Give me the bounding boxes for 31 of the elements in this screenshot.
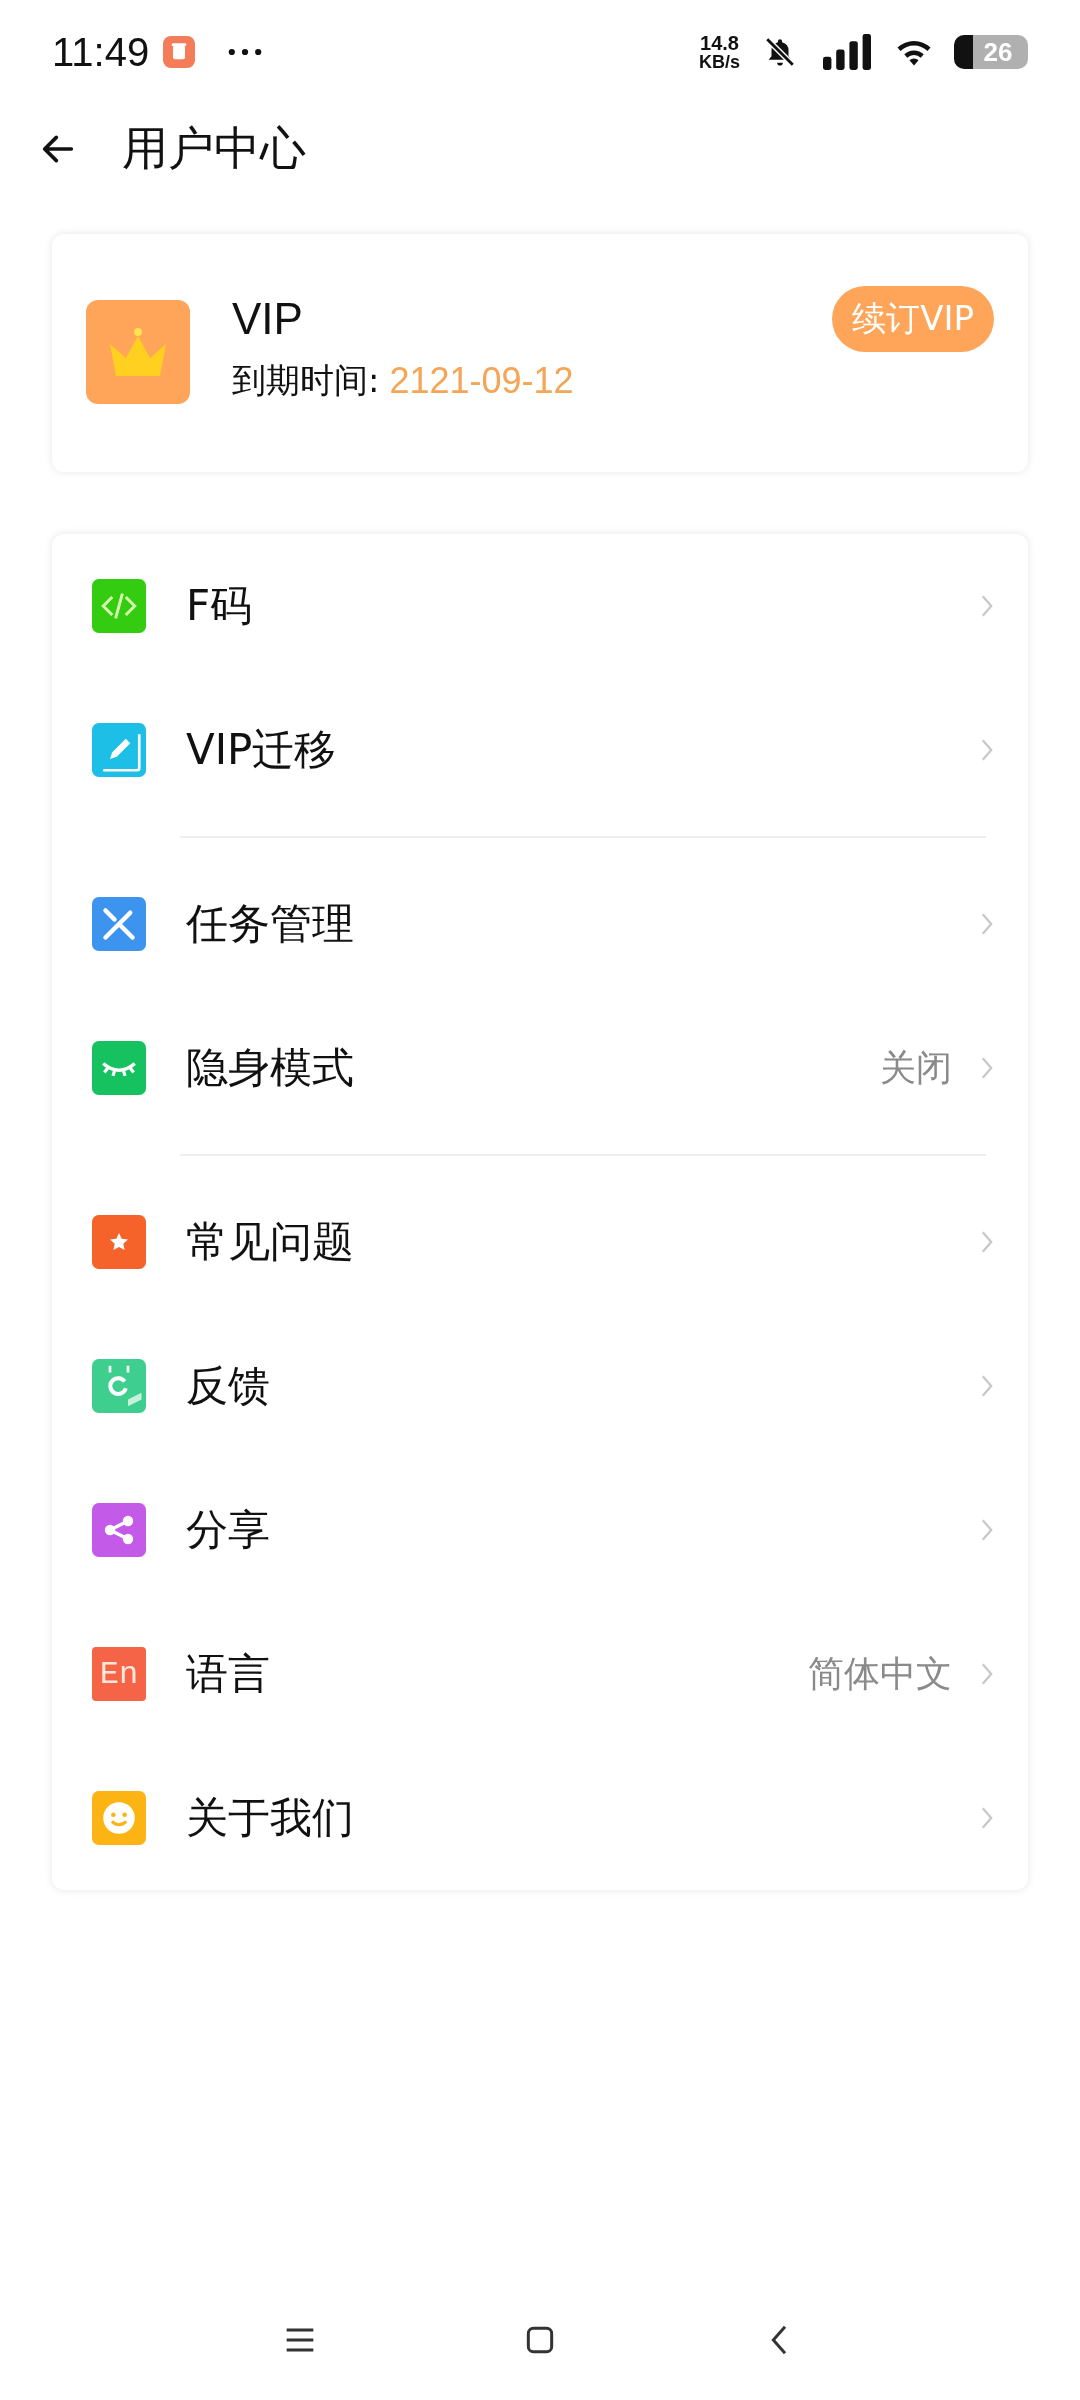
menu-item[interactable]: 反馈 <box>52 1314 1028 1458</box>
battery-indicator: 26 <box>954 35 1028 69</box>
page-title: 用户中心 <box>122 120 306 177</box>
signal-icon <box>820 34 874 70</box>
chevron-right-icon <box>980 1661 994 1687</box>
chevron-right-icon <box>980 593 994 619</box>
language-icon: En <box>92 1647 146 1701</box>
menu-item[interactable]: 常见问题 <box>52 1170 1028 1314</box>
expiry-label: 到期时间: <box>232 359 380 402</box>
chevron-right-icon <box>980 1055 994 1081</box>
chevron-right-icon <box>980 1517 994 1543</box>
menu-item[interactable]: En 语言 简体中文 <box>52 1602 1028 1746</box>
menu-item[interactable]: 任务管理 <box>52 852 1028 996</box>
chevron-right-icon <box>980 1805 994 1831</box>
menu-item[interactable]: 分享 <box>52 1458 1028 1602</box>
menu-item[interactable]: 关于我们 <box>52 1746 1028 1890</box>
network-speed: 14.8 <box>700 33 739 53</box>
membership-title: VIP <box>232 294 304 344</box>
crown-icon <box>86 300 190 404</box>
menu-item[interactable]: VIP迁移 <box>52 678 1028 822</box>
chevron-right-icon <box>980 737 994 763</box>
network-speed-unit: KB/s <box>699 53 740 71</box>
menu-item[interactable]: 隐身模式 关闭 <box>52 996 1028 1140</box>
app-notification-icon <box>163 36 196 68</box>
clock-time: 11:49 <box>52 29 150 75</box>
chevron-right-icon <box>980 1373 994 1399</box>
chevron-right-icon <box>980 1229 994 1255</box>
chevron-right-icon <box>980 911 994 937</box>
menu-item[interactable]: F码 <box>52 534 1028 678</box>
expiry-date: 2121-09-12 <box>389 360 574 402</box>
more-icon <box>227 47 264 57</box>
